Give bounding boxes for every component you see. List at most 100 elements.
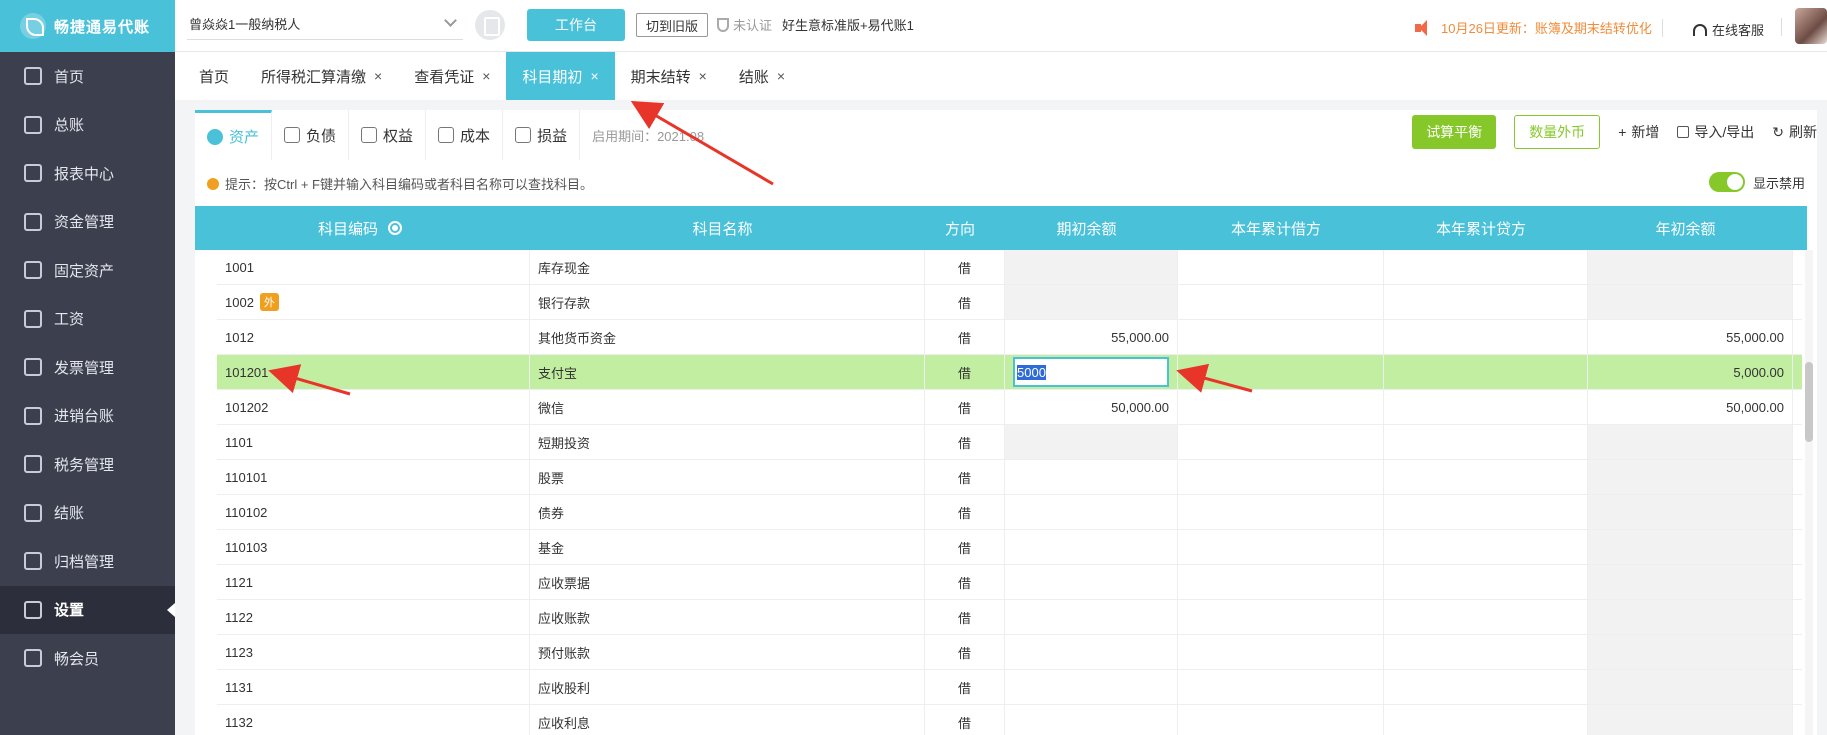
toggle-switch[interactable]	[1708, 172, 1745, 192]
cell-ytd-credit[interactable]	[1384, 565, 1588, 599]
table-row[interactable]: 110101 股票 借	[217, 460, 1802, 495]
import-export-button[interactable]: 导入/导出	[1677, 122, 1754, 142]
page-tab[interactable]: 期末结转 ×	[615, 52, 723, 100]
close-icon[interactable]: ×	[777, 68, 785, 84]
cell-ytd-credit[interactable]	[1384, 635, 1588, 669]
cell-ytd-credit[interactable]	[1384, 705, 1588, 735]
cell-ytd-debit[interactable]	[1178, 250, 1384, 284]
cell-ytd-credit[interactable]	[1384, 425, 1588, 459]
cell-ytd-debit[interactable]	[1178, 355, 1384, 389]
sidebar-item[interactable]: 畅会员	[0, 634, 175, 683]
avatar[interactable]	[1795, 8, 1827, 44]
cell-opening-balance[interactable]	[1005, 530, 1178, 564]
app-logo[interactable]: 畅捷通易代账	[0, 0, 175, 52]
table-row[interactable]: 1001 库存现金 借	[217, 250, 1802, 285]
cell-ytd-debit[interactable]	[1178, 495, 1384, 529]
company-select[interactable]: 曾焱焱1一般纳税人	[187, 10, 463, 40]
cell-opening-balance[interactable]	[1005, 460, 1178, 494]
cell-ytd-debit[interactable]	[1178, 320, 1384, 354]
cell-opening-balance[interactable]: 55,000.00	[1005, 320, 1178, 354]
cell-ytd-debit[interactable]	[1178, 390, 1384, 424]
page-tab[interactable]: 查看凭证 ×	[398, 52, 506, 100]
scrollbar[interactable]	[1805, 250, 1813, 735]
cell-ytd-debit[interactable]	[1178, 670, 1384, 704]
page-tab[interactable]: 首页	[183, 52, 245, 100]
cell-opening-balance[interactable]: 50,000.00	[1005, 390, 1178, 424]
table-row[interactable]: 101202 微信 借 50,000.00 50,000.00	[217, 390, 1802, 425]
cell-ytd-debit[interactable]	[1178, 530, 1384, 564]
table-row[interactable]: 1121 应收票据 借	[217, 565, 1802, 600]
table-row[interactable]: 1002 外 银行存款 借	[217, 285, 1802, 320]
close-icon[interactable]: ×	[374, 68, 382, 84]
cell-opening-balance[interactable]	[1005, 670, 1178, 704]
quantity-fx-button[interactable]: 数量外币	[1514, 115, 1601, 149]
switch-old-version-button[interactable]: 切到旧版	[636, 13, 708, 37]
show-disabled-toggle[interactable]: 显示禁用	[1708, 172, 1805, 192]
table-row[interactable]: 1012 其他货币资金 借 55,000.00 55,000.00	[217, 320, 1802, 355]
sidebar-item[interactable]: 固定资产	[0, 246, 175, 295]
cell-ytd-credit[interactable]	[1384, 320, 1588, 354]
category-tab[interactable]: 资产	[195, 110, 273, 160]
cell-opening-balance[interactable]	[1005, 565, 1178, 599]
cell-ytd-credit[interactable]	[1384, 285, 1588, 319]
sidebar-item[interactable]: 税务管理	[0, 440, 175, 489]
category-tab[interactable]: 权益	[349, 110, 427, 160]
table-row[interactable]: 1132 应收利息 借	[217, 705, 1802, 735]
cell-ytd-debit[interactable]	[1178, 565, 1384, 599]
page-tab[interactable]: 结账 ×	[723, 52, 801, 100]
cell-opening-balance[interactable]	[1005, 635, 1178, 669]
page-tab[interactable]: 所得税汇算清缴 ×	[245, 52, 398, 100]
workbench-button[interactable]: 工作台	[527, 9, 625, 41]
add-button[interactable]: + 新增	[1618, 122, 1659, 142]
table-row[interactable]: 110102 债券 借	[217, 495, 1802, 530]
table-row[interactable]: 1122 应收账款 借	[217, 600, 1802, 635]
cell-ytd-credit[interactable]	[1384, 355, 1588, 389]
cell-ytd-credit[interactable]	[1384, 530, 1588, 564]
trial-balance-button[interactable]: 试算平衡	[1412, 115, 1497, 149]
sidebar-item[interactable]: 结账	[0, 489, 175, 538]
table-row[interactable]: 101201 支付宝 借 5000 5,000.00	[217, 355, 1802, 390]
table-row[interactable]: 1101 短期投资 借	[217, 425, 1802, 460]
sidebar-item[interactable]: 资金管理	[0, 198, 175, 247]
cell-opening-balance[interactable]: 5000	[1005, 355, 1178, 389]
update-notice[interactable]: 10月26日更新：账簿及期末结转优化	[1415, 18, 1663, 37]
table-row[interactable]: 1123 预付账款 借	[217, 635, 1802, 670]
sidebar-item[interactable]: 总账	[0, 101, 175, 150]
close-icon[interactable]: ×	[590, 68, 598, 84]
sidebar-item[interactable]: 进销台账	[0, 392, 175, 441]
close-icon[interactable]: ×	[699, 68, 707, 84]
cell-ytd-debit[interactable]	[1178, 460, 1384, 494]
cell-opening-balance[interactable]	[1005, 285, 1178, 319]
category-tab[interactable]: 成本	[426, 110, 504, 160]
table-row[interactable]: 1131 应收股利 借	[217, 670, 1802, 705]
cell-opening-balance[interactable]	[1005, 425, 1178, 459]
document-icon[interactable]	[475, 10, 505, 40]
cell-ytd-credit[interactable]	[1384, 250, 1588, 284]
category-tab[interactable]: 损益	[503, 110, 581, 160]
cell-ytd-credit[interactable]	[1384, 460, 1588, 494]
sidebar-item[interactable]: 工资	[0, 295, 175, 344]
close-icon[interactable]: ×	[482, 68, 490, 84]
cell-opening-balance[interactable]	[1005, 495, 1178, 529]
category-tab[interactable]: 负债	[272, 110, 350, 160]
gear-icon[interactable]	[388, 221, 402, 235]
cell-ytd-debit[interactable]	[1178, 600, 1384, 634]
sidebar-item[interactable]: 首页	[0, 52, 175, 101]
cell-ytd-credit[interactable]	[1384, 390, 1588, 424]
cell-opening-balance[interactable]	[1005, 600, 1178, 634]
cell-ytd-debit[interactable]	[1178, 635, 1384, 669]
sidebar-item[interactable]: 发票管理	[0, 343, 175, 392]
opening-balance-input[interactable]: 5000	[1013, 357, 1169, 387]
scrollbar-thumb[interactable]	[1805, 362, 1813, 442]
cell-opening-balance[interactable]	[1005, 705, 1178, 735]
customer-service-link[interactable]: 在线客服	[1693, 20, 1764, 39]
page-tab[interactable]: 科目期初 ×	[506, 52, 615, 100]
cell-ytd-credit[interactable]	[1384, 600, 1588, 634]
cell-ytd-debit[interactable]	[1178, 425, 1384, 459]
sidebar-item[interactable]: 设置	[0, 585, 175, 634]
cell-ytd-debit[interactable]	[1178, 285, 1384, 319]
cell-ytd-credit[interactable]	[1384, 670, 1588, 704]
cell-ytd-debit[interactable]	[1178, 705, 1384, 735]
table-row[interactable]: 110103 基金 借	[217, 530, 1802, 565]
sidebar-item[interactable]: 归档管理	[0, 537, 175, 586]
